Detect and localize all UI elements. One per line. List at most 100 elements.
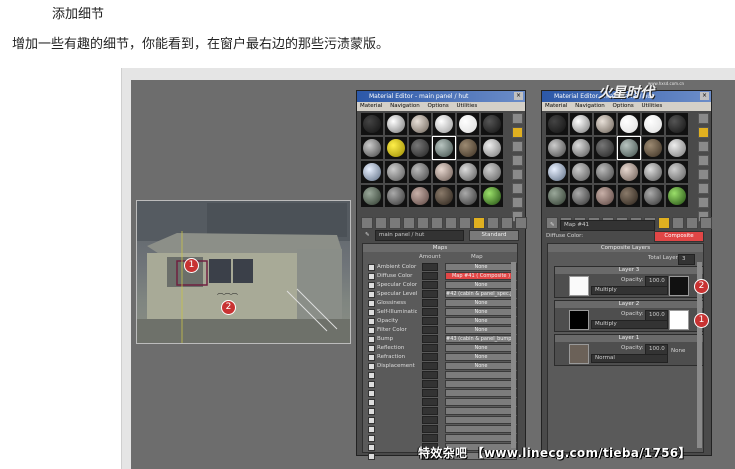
sample-slot[interactable] [481,185,503,207]
map-enable-checkbox[interactable] [368,443,375,451]
sample-slot[interactable] [642,137,664,159]
maps-rollout-title[interactable]: Maps [363,244,517,252]
map-slot-button[interactable]: None [445,281,517,289]
sample-slot[interactable] [666,113,688,135]
map-amount-spinner[interactable] [422,317,438,325]
make-copy-icon[interactable] [417,217,429,229]
map-enable-checkbox[interactable] [368,272,375,280]
video-check-icon[interactable] [512,169,523,180]
close-icon[interactable]: × [700,92,709,100]
menu-navigation[interactable]: Navigation [390,103,420,109]
sample-slot[interactable] [570,113,592,135]
sample-slot[interactable] [570,185,592,207]
map-enable-checkbox[interactable] [368,299,375,307]
sample-slot[interactable] [618,161,640,183]
sample-slot[interactable] [618,185,640,207]
map-amount-spinner[interactable] [422,380,438,388]
menu-material[interactable]: Material [545,103,567,109]
options-icon[interactable] [512,197,523,208]
background-icon[interactable] [512,141,523,152]
sample-slot[interactable] [361,137,383,159]
map-enable-checkbox[interactable] [368,317,375,325]
map-slot-button[interactable]: Map #41 ( Composite ) [445,272,517,280]
map-enable-checkbox[interactable] [368,335,375,343]
map-slot-button[interactable]: None [445,353,517,361]
assign-material-icon[interactable] [389,217,401,229]
map-slot-button[interactable]: None [445,326,517,334]
sample-slot[interactable] [618,113,640,135]
backlight-icon[interactable] [698,127,709,138]
map-slot-button[interactable]: None [445,317,517,325]
sample-slot[interactable] [594,161,616,183]
map-slot-button[interactable] [445,389,517,397]
backlight-icon[interactable] [512,127,523,138]
sample-slot[interactable] [666,185,688,207]
sample-slot-active[interactable] [617,136,641,160]
map-slot-button[interactable] [445,371,517,379]
map-name-field[interactable]: Map #41 [560,220,655,231]
sample-slot[interactable] [546,137,568,159]
sample-slot[interactable] [433,113,455,135]
map-amount-spinner[interactable] [422,335,438,343]
material-name-field[interactable]: main panel / hut [375,230,464,241]
map-amount-spinner[interactable] [422,407,438,415]
sample-slot-active[interactable] [432,136,456,160]
sample-slot[interactable] [385,185,407,207]
sample-slot[interactable] [570,137,592,159]
sample-type-icon[interactable] [698,113,709,124]
sample-slot[interactable] [409,185,431,207]
show-end-result-icon[interactable] [487,217,499,229]
sample-slot[interactable] [433,161,455,183]
map-amount-spinner[interactable] [422,281,438,289]
map-slot-button[interactable]: None [445,308,517,316]
menu-material[interactable]: Material [360,103,382,109]
map-slot-button[interactable] [445,380,517,388]
menu-utilities[interactable]: Utilities [457,103,478,109]
go-to-parent-icon[interactable] [501,217,513,229]
map-enable-checkbox[interactable] [368,407,375,415]
background-icon[interactable] [698,141,709,152]
close-icon[interactable]: × [514,92,523,100]
sample-slot[interactable] [481,113,503,135]
uv-tiling-icon[interactable] [698,155,709,166]
map-slot-button[interactable] [445,416,517,424]
menu-utilities[interactable]: Utilities [642,103,663,109]
go-forward-icon[interactable] [515,217,527,229]
composite-rollout-title[interactable]: Composite Layers [548,244,703,252]
sample-slot[interactable] [481,137,503,159]
layer-2-texture-thumb[interactable] [569,310,589,330]
map-slot-button[interactable] [445,398,517,406]
sample-slot[interactable] [361,161,383,183]
map-enable-checkbox[interactable] [368,362,375,370]
map-amount-spinner[interactable] [422,326,438,334]
sample-slot[interactable] [642,161,664,183]
layer-3-texture-thumb[interactable] [569,276,589,296]
map-slot-button[interactable]: None [445,299,517,307]
map-slot-button[interactable]: None [445,263,517,271]
map-enable-checkbox[interactable] [368,389,375,397]
map-slot-button[interactable] [445,434,517,442]
map-amount-spinner[interactable] [422,398,438,406]
map-amount-spinner[interactable] [422,416,438,424]
total-layers-field[interactable]: 3 [678,254,695,265]
video-check-icon[interactable] [698,169,709,180]
maps-scrollbar[interactable] [511,262,516,448]
sample-slot[interactable] [457,113,479,135]
show-map-icon[interactable] [473,217,485,229]
layer-2-mask-thumb[interactable] [669,310,689,330]
go-forward-icon[interactable] [700,217,712,229]
sample-slot[interactable] [570,161,592,183]
map-amount-spinner[interactable] [422,362,438,370]
menu-options[interactable]: Options [428,103,449,109]
map-amount-spinner[interactable] [422,263,438,271]
map-amount-spinner[interactable] [422,353,438,361]
map-enable-checkbox[interactable] [368,308,375,316]
sample-slot[interactable] [594,185,616,207]
map-enable-checkbox[interactable] [368,398,375,406]
sample-slot[interactable] [361,113,383,135]
map-slot-button[interactable]: None [445,344,517,352]
map-amount-spinner[interactable] [422,272,438,280]
map-enable-checkbox[interactable] [368,434,375,442]
sample-type-icon[interactable] [512,113,523,124]
map-enable-checkbox[interactable] [368,326,375,334]
